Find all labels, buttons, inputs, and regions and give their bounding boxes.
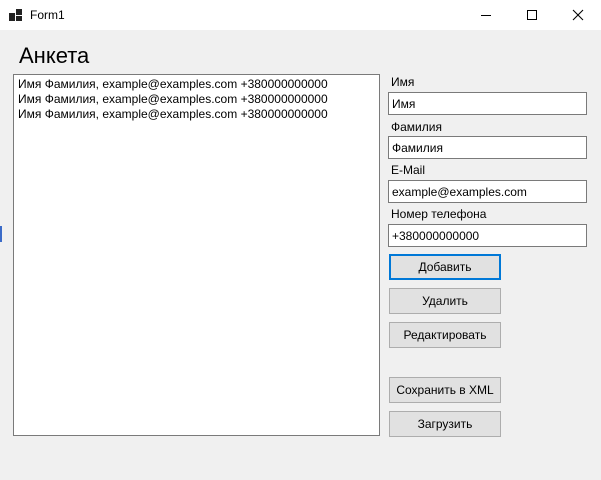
- phone-label: Номер телефона: [391, 207, 487, 221]
- list-item[interactable]: Имя Фамилия, example@examples.com +38000…: [18, 92, 379, 107]
- add-button[interactable]: Добавить: [389, 254, 501, 280]
- close-button[interactable]: [555, 0, 601, 30]
- window-edge-marker: [0, 226, 2, 242]
- close-icon: [572, 9, 584, 21]
- delete-button[interactable]: Удалить: [389, 288, 501, 314]
- email-label: E-Mail: [391, 163, 426, 177]
- last-name-field[interactable]: [388, 136, 587, 159]
- load-button[interactable]: Загрузить: [389, 411, 501, 437]
- title-bar: Form1: [0, 0, 601, 30]
- minimize-button[interactable]: [463, 0, 509, 30]
- first-name-label: Имя: [391, 75, 415, 89]
- list-item[interactable]: Имя Фамилия, example@examples.com +38000…: [18, 77, 379, 92]
- save-xml-button[interactable]: Сохранить в XML: [389, 377, 501, 403]
- minimize-icon: [481, 15, 491, 16]
- last-name-label: Фамилия: [391, 120, 442, 134]
- email-field[interactable]: [388, 180, 587, 203]
- page-title: Анкета: [19, 43, 90, 68]
- records-listbox[interactable]: Имя Фамилия, example@examples.com +38000…: [13, 74, 380, 436]
- window-title: Form1: [30, 8, 65, 22]
- first-name-field[interactable]: [388, 92, 587, 115]
- maximize-button[interactable]: [509, 0, 555, 30]
- app-icon[interactable]: [9, 9, 23, 21]
- list-item[interactable]: Имя Фамилия, example@examples.com +38000…: [18, 107, 379, 122]
- phone-field[interactable]: [388, 224, 587, 247]
- edit-button[interactable]: Редактировать: [389, 322, 501, 348]
- maximize-icon: [527, 10, 537, 20]
